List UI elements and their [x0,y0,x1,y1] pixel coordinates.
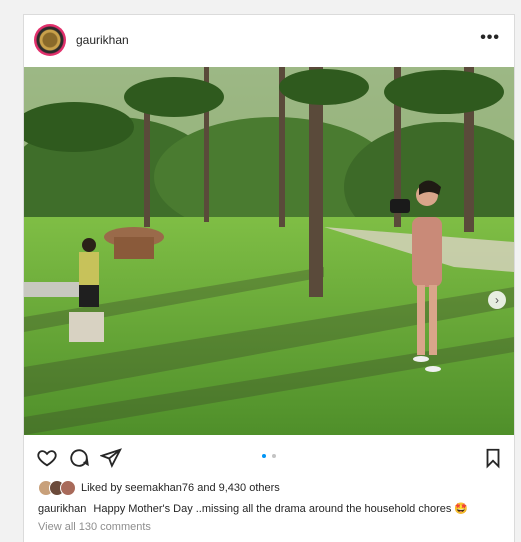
post-card: gaurikhan ••• › Liked by seemakhan76 and… [23,14,515,542]
avatar[interactable] [34,24,66,56]
likes-prefix: Liked by [81,482,122,494]
comment-icon[interactable] [68,447,90,469]
likes-text: Liked by seemakhan76 and 9,430 others [81,482,280,494]
bookmark-icon[interactable] [482,447,504,469]
liker-avatar[interactable] [60,480,76,496]
more-options-button[interactable]: ••• [480,29,500,47]
paper-plane-icon[interactable] [99,447,122,469]
photo-illustration [24,67,514,435]
caption-text: Happy Mother's Day ..missing all the dra… [93,503,452,515]
likes-suffix[interactable]: and 9,430 others [197,482,280,494]
heart-icon[interactable] [36,447,58,469]
post-header: gaurikhan ••• [24,15,514,67]
caption-emoji: 🤩 [454,503,469,515]
liked-by-user-link[interactable]: seemakhan76 [125,482,194,494]
carousel-next-button[interactable]: › [488,291,506,309]
username-link[interactable]: gaurikhan [76,33,129,47]
view-comments-link[interactable]: View all 130 comments [38,521,151,533]
caption-username-link[interactable]: gaurikhan [38,503,86,515]
post-photo[interactable]: › [24,67,514,435]
action-bar [36,447,504,471]
caption: gaurikhan Happy Mother's Day ..missing a… [38,502,468,515]
likes-row: Liked by seemakhan76 and 9,430 others [38,479,280,497]
